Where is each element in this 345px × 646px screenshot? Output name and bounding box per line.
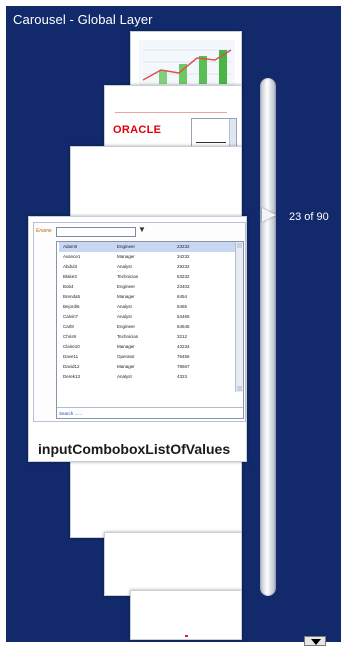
table-row[interactable]: Blake3 Technician 53232 bbox=[59, 272, 235, 282]
cell-name: Blake3 bbox=[63, 274, 77, 279]
carousel-current-item[interactable]: Ename ▼ Adam0 Engineer 23232 Avance1 Man… bbox=[28, 216, 247, 462]
chevron-down-icon bbox=[311, 639, 321, 645]
carousel-item-back-oracle[interactable]: ORACLE bbox=[104, 85, 242, 153]
lov-preview: Ename ▼ Adam0 Engineer 23232 Avance1 Man… bbox=[33, 222, 246, 422]
cell-name: Abdul3 bbox=[63, 264, 78, 269]
lov-popup: Adam0 Engineer 23232 Avance1 Manager 342… bbox=[56, 241, 244, 419]
cell-job: Analyst bbox=[117, 374, 132, 379]
carousel-item-front-blank[interactable] bbox=[70, 458, 242, 538]
cell-job: Manager bbox=[117, 254, 135, 259]
table-row[interactable]: Derek13 Analyst 4323 bbox=[59, 372, 235, 382]
cell-job: Analyst bbox=[117, 264, 132, 269]
carousel-item-back-top[interactable] bbox=[130, 31, 242, 91]
dropdown-button[interactable] bbox=[304, 636, 326, 646]
cell-job: Analyst bbox=[117, 304, 132, 309]
search-link[interactable]: Search ...... bbox=[59, 411, 82, 416]
cell-value: 29232 bbox=[177, 264, 190, 269]
cell-name: Bejordi6 bbox=[63, 304, 80, 309]
scrollbar bbox=[229, 119, 236, 149]
table-row[interactable]: Bejordi6 Analyst 5455 bbox=[59, 302, 235, 312]
table-row[interactable]: Claire10 Manager 43234 bbox=[59, 342, 235, 352]
divider bbox=[115, 112, 227, 113]
cell-job: Engineer bbox=[117, 244, 136, 249]
cell-value: 64545 bbox=[177, 324, 190, 329]
cell-name: Bob4 bbox=[63, 284, 74, 289]
table-row[interactable]: Calvin7 Analyst 54465 bbox=[59, 312, 235, 322]
cell-value: 53232 bbox=[177, 274, 190, 279]
chart-thumbnail bbox=[139, 40, 235, 86]
cell-name: Avance1 bbox=[63, 254, 81, 259]
cell-value: 4323 bbox=[177, 374, 188, 379]
cell-name: Carl8 bbox=[63, 324, 74, 329]
cell-job: Analyst bbox=[117, 314, 132, 319]
lov-scrollbar[interactable] bbox=[235, 242, 243, 392]
cell-value: 23402 bbox=[177, 284, 190, 289]
carousel-item-front-blank-3[interactable] bbox=[130, 590, 242, 640]
cell-name: Adam0 bbox=[63, 244, 78, 249]
carousel-panel: Carousel - Global Layer ORACLE Ename ▼ A… bbox=[6, 6, 341, 642]
table-row[interactable]: David12 Manager 78667 bbox=[59, 362, 235, 372]
current-item-caption: inputComboboxListOfValues bbox=[38, 441, 231, 457]
cell-name: Claire10 bbox=[63, 344, 80, 349]
cell-name: Calvin7 bbox=[63, 314, 79, 319]
cell-value: 3212 bbox=[177, 334, 188, 339]
oracle-logo: ORACLE bbox=[113, 124, 162, 136]
cell-job: Manager bbox=[117, 364, 135, 369]
cell-value: 23232 bbox=[177, 244, 190, 249]
cell-name: Chris9 bbox=[63, 334, 77, 339]
cell-value: 54465 bbox=[177, 314, 190, 319]
cell-name: Derek13 bbox=[63, 374, 81, 379]
thumbnail-marker bbox=[185, 635, 188, 637]
cell-job: Operator bbox=[117, 354, 135, 359]
carousel-item-front-blank-2[interactable] bbox=[104, 532, 242, 596]
cell-name: David12 bbox=[63, 364, 80, 369]
cell-value: 43234 bbox=[177, 344, 190, 349]
cell-value: 78667 bbox=[177, 364, 190, 369]
cell-name: Dave11 bbox=[63, 354, 79, 359]
cell-job: Engineer bbox=[117, 284, 136, 289]
ename-label: Ename bbox=[36, 228, 52, 234]
carousel-item-back-blank[interactable] bbox=[70, 146, 242, 222]
scroll-down-button[interactable] bbox=[237, 386, 242, 391]
cell-job: Manager bbox=[117, 294, 135, 299]
carousel-slider-track[interactable] bbox=[260, 78, 276, 596]
carousel-slider-thumb[interactable] bbox=[262, 208, 276, 222]
cell-job: Technician bbox=[117, 274, 139, 279]
table-row[interactable]: Carl8 Engineer 64545 bbox=[59, 322, 235, 332]
divider bbox=[57, 407, 243, 408]
window-title: Carousel - Global Layer bbox=[13, 12, 153, 27]
cell-value: 6454 bbox=[177, 294, 188, 299]
table-row[interactable]: Abdul3 Analyst 29232 bbox=[59, 262, 235, 272]
table-row[interactable]: Brenda5 Manager 6454 bbox=[59, 292, 235, 302]
ename-combobox-input[interactable] bbox=[56, 227, 136, 237]
table-row[interactable]: Bob4 Engineer 23402 bbox=[59, 282, 235, 292]
table-row[interactable]: Chris9 Technician 3212 bbox=[59, 332, 235, 342]
cell-value: 5455 bbox=[177, 304, 188, 309]
cell-job: Manager bbox=[117, 344, 135, 349]
cell-value: 76456 bbox=[177, 354, 190, 359]
cell-name: Brenda5 bbox=[63, 294, 81, 299]
table-row[interactable]: Adam0 Engineer 23232 bbox=[59, 242, 235, 252]
cell-job: Engineer bbox=[117, 324, 136, 329]
scroll-up-button[interactable] bbox=[237, 243, 242, 248]
chevron-down-icon[interactable]: ▼ bbox=[138, 225, 146, 234]
item-counter: 23 of 90 bbox=[289, 211, 329, 223]
cell-job: Technician bbox=[117, 334, 139, 339]
table-row[interactable]: Avance1 Manager 34232 bbox=[59, 252, 235, 262]
cell-value: 34232 bbox=[177, 254, 190, 259]
table-row[interactable]: Dave11 Operator 76456 bbox=[59, 352, 235, 362]
divider bbox=[196, 142, 226, 143]
